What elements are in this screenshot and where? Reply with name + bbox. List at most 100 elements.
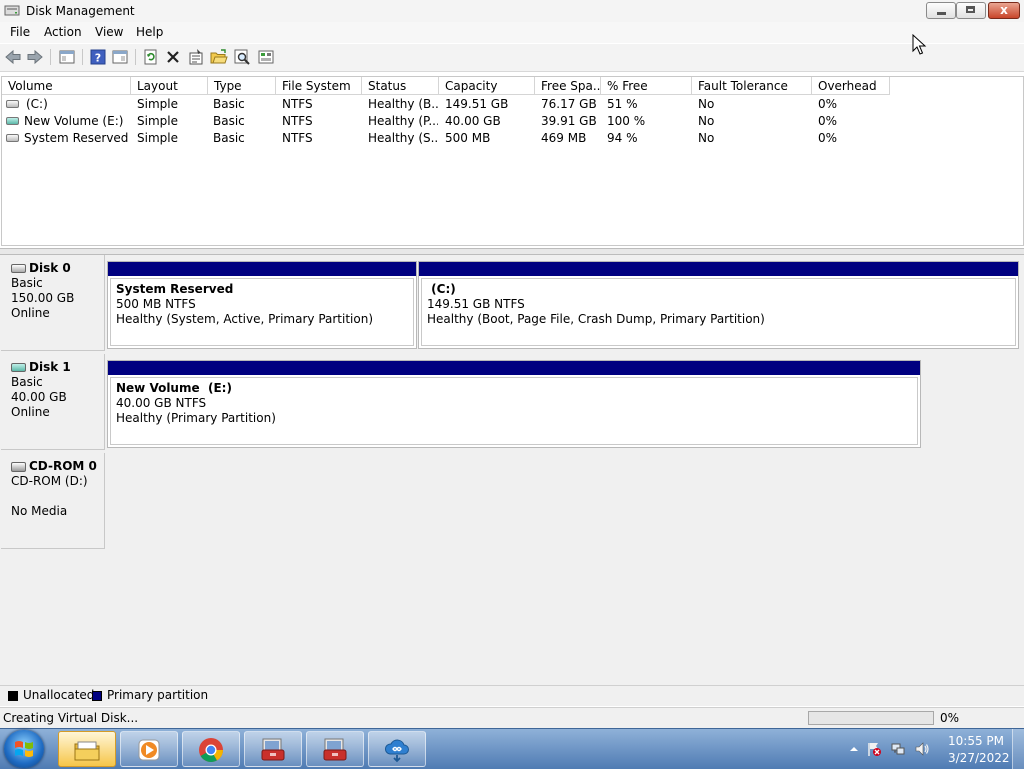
column-header-overhead[interactable]: Overhead	[812, 77, 890, 95]
volume-type: Basic	[213, 114, 245, 128]
menu-action[interactable]: Action	[44, 25, 82, 39]
legend-swatch-primary	[92, 691, 102, 701]
disk-state: Online	[11, 405, 50, 419]
partition-new-volume-e[interactable]: New Volume (E:) 40.00 GB NTFS Healthy (P…	[107, 360, 921, 448]
primary-partition-bar	[419, 262, 1018, 276]
taskbar-computer-management-2[interactable]	[306, 731, 364, 767]
table-row[interactable]: (C:) Simple Basic NTFS Healthy (B... 149…	[2, 96, 1021, 113]
column-header-volume[interactable]: Volume	[2, 77, 131, 95]
volume-overhead: 0%	[818, 131, 838, 145]
svg-text:?: ?	[95, 52, 101, 65]
volume-capacity: 149.51 GB	[445, 97, 509, 111]
clock-date[interactable]: 3/27/2022	[948, 751, 1010, 765]
disk-name: Disk 1	[29, 360, 71, 374]
column-header-status[interactable]: Status	[362, 77, 439, 95]
open-folder-icon[interactable]	[210, 48, 228, 66]
help-icon[interactable]: ?	[89, 48, 107, 66]
volume-percent-free: 100 %	[607, 114, 646, 128]
primary-partition-bar	[108, 262, 416, 276]
pane-splitter[interactable]	[0, 248, 1024, 255]
volume-type: Basic	[213, 97, 245, 111]
partition-status: Healthy (Boot, Page File, Crash Dump, Pr…	[427, 312, 765, 326]
volume-file-system: NTFS	[282, 114, 313, 128]
column-header-capacity[interactable]: Capacity	[439, 77, 535, 95]
column-header-layout[interactable]: Layout	[131, 77, 208, 95]
column-header-free-space[interactable]: Free Spa...	[535, 77, 601, 95]
windows-logo-icon	[15, 741, 33, 757]
partition-status: Healthy (Primary Partition)	[116, 411, 276, 425]
volume-name: New Volume (E:)	[24, 114, 124, 128]
refresh-icon[interactable]	[142, 48, 160, 66]
disk-label[interactable]: CD-ROM 0 CD-ROM (D:) No Media	[1, 453, 105, 549]
volume-list[interactable]: Volume Layout Type File System Status Ca…	[1, 76, 1024, 246]
table-row[interactable]: System Reserved Simple Basic NTFS Health…	[2, 130, 1021, 147]
volume-type: Basic	[213, 131, 245, 145]
volume-icon[interactable]	[914, 741, 930, 757]
taskbar-computer-management-1[interactable]	[244, 731, 302, 767]
forward-arrow-icon[interactable]	[26, 48, 44, 66]
volume-capacity: 40.00 GB	[445, 114, 501, 128]
disk-kind: Basic	[11, 276, 43, 290]
network-icon[interactable]	[890, 741, 906, 757]
clock-time[interactable]: 10:55 PM	[948, 734, 1004, 748]
disk-size: 40.00 GB	[11, 390, 67, 404]
taskbar-chrome[interactable]	[182, 731, 240, 767]
partition-area: System Reserved 500 MB NTFS Healthy (Sys…	[107, 261, 1019, 349]
action-center-flag-icon[interactable]	[866, 741, 882, 757]
show-hide-console-tree-icon[interactable]	[58, 48, 76, 66]
drive-icon	[6, 100, 19, 108]
column-header-file-system[interactable]: File System	[276, 77, 362, 95]
menu-help[interactable]: Help	[136, 25, 163, 39]
restore-button[interactable]	[956, 2, 986, 19]
disk-label[interactable]: Disk 0 Basic 150.00 GB Online	[1, 255, 105, 351]
toolbar-separator	[50, 49, 51, 65]
settings-icon[interactable]	[257, 48, 275, 66]
partition-system-reserved[interactable]: System Reserved 500 MB NTFS Healthy (Sys…	[107, 261, 417, 349]
volume-percent-free: 51 %	[607, 97, 638, 111]
volume-layout: Simple	[137, 114, 178, 128]
taskbar-cloud-download[interactable]	[368, 731, 426, 767]
partition-c-drive[interactable]: (C:) 149.51 GB NTFS Healthy (Boot, Page …	[418, 261, 1019, 349]
delete-icon[interactable]	[164, 48, 182, 66]
column-header-type[interactable]: Type	[208, 77, 276, 95]
properties-icon[interactable]	[187, 48, 205, 66]
disk-state: No Media	[11, 504, 68, 518]
close-button[interactable]: x	[988, 2, 1020, 19]
disk-label[interactable]: Disk 1 Basic 40.00 GB Online	[1, 354, 105, 450]
partition-size: 500 MB NTFS	[116, 297, 196, 311]
volume-file-system: NTFS	[282, 131, 313, 145]
menu-file[interactable]: File	[10, 25, 30, 39]
back-arrow-icon[interactable]	[4, 48, 22, 66]
volume-status: Healthy (P...	[368, 114, 438, 128]
volume-free-space: 469 MB	[541, 131, 587, 145]
partition-name: (C:)	[427, 282, 456, 296]
partition-status: Healthy (System, Active, Primary Partiti…	[116, 312, 374, 326]
taskbar-media-player[interactable]	[120, 731, 178, 767]
chrome-icon	[199, 738, 223, 763]
disk-kind: CD-ROM (D:)	[11, 474, 88, 488]
legend-swatch-unallocated	[8, 691, 18, 701]
minimize-button[interactable]	[926, 2, 956, 19]
column-header-fault-tolerance[interactable]: Fault Tolerance	[692, 77, 812, 95]
table-row[interactable]: New Volume (E:) Simple Basic NTFS Health…	[2, 113, 1021, 130]
taskbar-file-explorer[interactable]	[58, 731, 116, 767]
start-button[interactable]	[4, 730, 44, 768]
volume-overhead: 0%	[818, 97, 838, 111]
disk-state: Online	[11, 306, 50, 320]
media-player-icon	[138, 739, 160, 761]
drive-icon	[6, 117, 19, 125]
menu-view[interactable]: View	[95, 25, 123, 39]
disk-row-disk-1: Disk 1 Basic 40.00 GB Online New Volume …	[1, 354, 1022, 452]
partition-name: System Reserved	[116, 282, 234, 296]
progress-percent: 0%	[940, 711, 960, 725]
volume-fault-tolerance: No	[698, 131, 715, 145]
search-icon[interactable]	[233, 48, 251, 66]
properties-pane-icon[interactable]	[111, 48, 129, 66]
partition-size: 149.51 GB NTFS	[427, 297, 525, 311]
disk-name: CD-ROM 0	[29, 459, 97, 473]
column-header-percent-free[interactable]: % Free	[601, 77, 692, 95]
show-desktop-button[interactable]	[1012, 729, 1024, 769]
volume-file-system: NTFS	[282, 97, 313, 111]
show-hidden-icons-icon[interactable]	[846, 741, 862, 757]
